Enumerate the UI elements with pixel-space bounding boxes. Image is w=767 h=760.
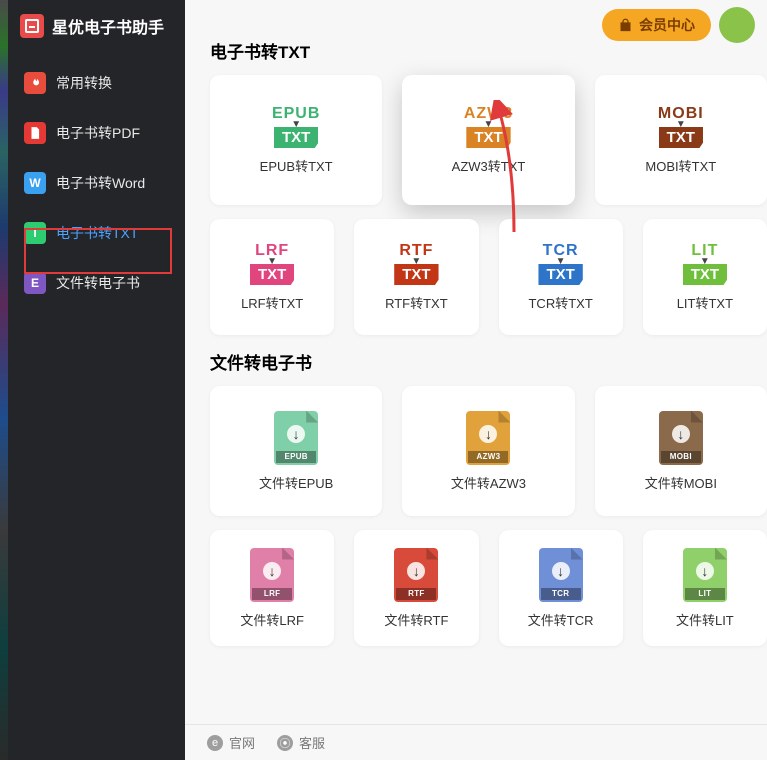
file-icon: ↓EPUB: [274, 411, 318, 465]
convert-card[interactable]: ↓MOBI 文件转MOBI: [595, 386, 767, 516]
card-label: MOBI转TXT: [645, 156, 716, 175]
card-label: AZW3转TXT: [452, 156, 526, 175]
card-row: ↓LRF 文件转LRF ↓RTF 文件转RTF ↓TCR 文件转TCR ↓LIT 文件转…: [210, 530, 767, 646]
headset-icon: ⦿: [277, 735, 293, 751]
footer: e 官网 ⦿ 客服: [185, 724, 767, 760]
section-title: 文件转电子书: [210, 349, 767, 374]
file-icon: ↓LRF: [250, 548, 294, 602]
convert-card[interactable]: ↓RTF 文件转RTF: [354, 530, 478, 646]
convert-card[interactable]: ↓AZW3 文件转AZW3: [402, 386, 574, 516]
card-label: 文件转MOBI: [645, 473, 717, 492]
footer-site-link[interactable]: e 官网: [207, 733, 255, 752]
nav-label: 文件转电子书: [56, 273, 140, 293]
convert-icon: LRF ▼ TXT: [250, 242, 294, 285]
card-row: LRF ▼ TXT LRF转TXT RTF ▼ TXT RTF转TXT TCR ▼ …: [210, 219, 767, 335]
word-icon: W: [24, 172, 46, 194]
file-icon: ↓MOBI: [659, 411, 703, 465]
flame-icon: [24, 72, 46, 94]
file-icon: ↓AZW3: [466, 411, 510, 465]
book-icon: [20, 14, 44, 38]
convert-card[interactable]: TCR ▼ TXT TCR转TXT: [499, 219, 623, 335]
footer-support-label: 客服: [299, 733, 325, 752]
convert-card[interactable]: ↓EPUB 文件转EPUB: [210, 386, 382, 516]
nav-label: 电子书转TXT: [56, 223, 138, 243]
nav-item-common[interactable]: 常用转换: [8, 58, 185, 108]
convert-card[interactable]: ↓LIT 文件转LIT: [643, 530, 767, 646]
card-label: LIT转TXT: [677, 293, 733, 312]
convert-card[interactable]: AZW3 ▼ TXT AZW3转TXT: [402, 75, 574, 205]
convert-card[interactable]: EPUB ▼ TXT EPUB转TXT: [210, 75, 382, 205]
convert-icon: LIT ▼ TXT: [683, 242, 727, 285]
card-row: ↓EPUB 文件转EPUB ↓AZW3 文件转AZW3 ↓MOBI 文件转MOBI: [210, 386, 767, 516]
app-title: 星优电子书助手: [52, 14, 164, 38]
file-icon: ↓LIT: [683, 548, 727, 602]
nav-item-toebook[interactable]: E 文件转电子书: [8, 258, 185, 308]
card-row: EPUB ▼ TXT EPUB转TXT AZW3 ▼ TXT AZW3转TXT MO…: [210, 75, 767, 205]
convert-icon: RTF ▼ TXT: [394, 242, 438, 285]
card-label: RTF转TXT: [385, 293, 448, 312]
convert-icon: EPUB ▼ TXT: [272, 105, 320, 148]
card-label: 文件转AZW3: [451, 473, 526, 492]
nav-label: 电子书转PDF: [56, 123, 140, 143]
card-label: TCR转TXT: [528, 293, 592, 312]
ebook-icon: E: [24, 272, 46, 294]
card-label: 文件转LIT: [676, 610, 734, 629]
sidebar: 星优电子书助手 常用转换 电子书转PDF W 电子书转Word T 电子书转TX…: [8, 0, 185, 760]
nav-item-txt[interactable]: T 电子书转TXT: [8, 208, 185, 258]
convert-icon: MOBI ▼ TXT: [658, 105, 704, 148]
convert-card[interactable]: LIT ▼ TXT LIT转TXT: [643, 219, 767, 335]
card-label: 文件转TCR: [528, 610, 594, 629]
convert-card[interactable]: LRF ▼ TXT LRF转TXT: [210, 219, 334, 335]
nav-item-word[interactable]: W 电子书转Word: [8, 158, 185, 208]
nav: 常用转换 电子书转PDF W 电子书转Word T 电子书转TXT E 文件转电…: [8, 54, 185, 312]
convert-card[interactable]: RTF ▼ TXT RTF转TXT: [354, 219, 478, 335]
file-icon: ↓TCR: [539, 548, 583, 602]
footer-site-label: 官网: [229, 733, 255, 752]
window-edge-decoration: [0, 0, 8, 760]
footer-support-link[interactable]: ⦿ 客服: [277, 733, 325, 752]
nav-label: 电子书转Word: [56, 173, 145, 193]
globe-icon: e: [207, 735, 223, 751]
card-label: LRF转TXT: [241, 293, 303, 312]
convert-card[interactable]: MOBI ▼ TXT MOBI转TXT: [595, 75, 767, 205]
convert-card[interactable]: ↓LRF 文件转LRF: [210, 530, 334, 646]
app-logo: 星优电子书助手: [8, 0, 185, 54]
card-label: EPUB转TXT: [260, 156, 333, 175]
card-label: 文件转EPUB: [259, 473, 333, 492]
convert-icon: TCR ▼ TXT: [538, 242, 582, 285]
main-content: 电子书转TXT EPUB ▼ TXTEPUB转TXT AZW3 ▼ TXTAZW…: [185, 20, 767, 724]
pdf-icon: [24, 122, 46, 144]
nav-item-pdf[interactable]: 电子书转PDF: [8, 108, 185, 158]
card-label: 文件转LRF: [240, 610, 304, 629]
nav-label: 常用转换: [56, 73, 112, 93]
file-icon: ↓RTF: [394, 548, 438, 602]
txt-icon: T: [24, 222, 46, 244]
convert-card[interactable]: ↓TCR 文件转TCR: [499, 530, 623, 646]
card-label: 文件转RTF: [384, 610, 448, 629]
convert-icon: AZW3 ▼ TXT: [464, 105, 513, 148]
section-title: 电子书转TXT: [210, 38, 767, 63]
